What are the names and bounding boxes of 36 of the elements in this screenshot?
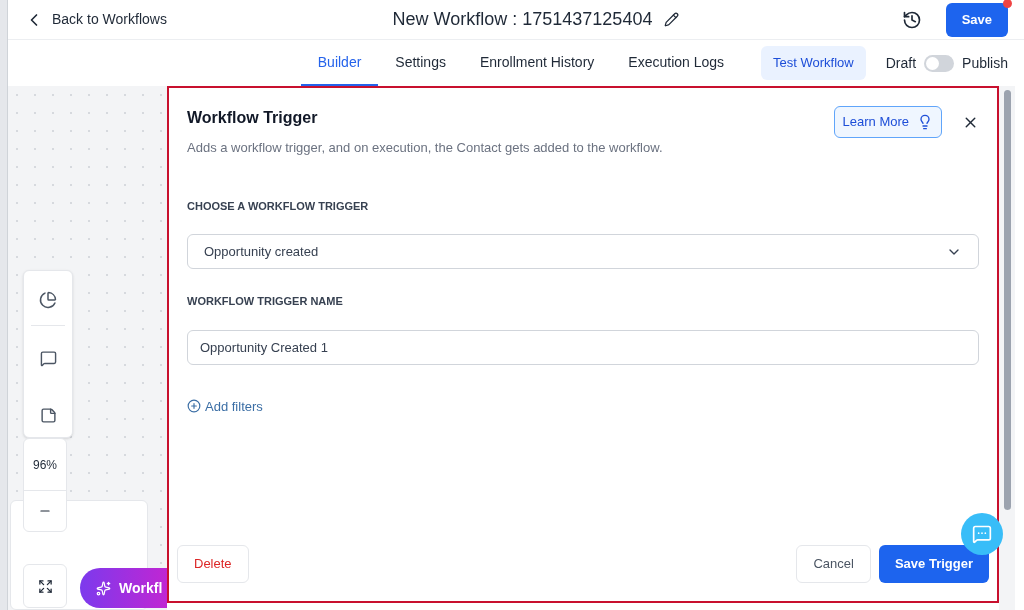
add-filters-link[interactable]: Add filters	[187, 396, 263, 416]
lightbulb-icon	[917, 114, 933, 130]
tab[interactable]: Settings	[378, 40, 463, 86]
back-link[interactable]: Back to Workflows	[24, 9, 364, 30]
trigger-name-field[interactable]: Opportunity Created 1	[187, 329, 979, 365]
trigger-label: CHOOSE A WORKFLOW TRIGGER	[187, 198, 370, 214]
save-button[interactable]: Save	[945, 2, 1008, 37]
publish-label: Publish	[962, 53, 1008, 73]
panel-description: Adds a workflow trigger, and on execution, the Contact gets added to the workflow.	[187, 139, 664, 157]
trigger-name-label: WORKFLOW TRIGGER NAME	[187, 294, 344, 309]
history-icon[interactable]	[901, 9, 922, 30]
chat-help-button[interactable]	[961, 513, 1003, 555]
test-workflow-button[interactable]: Test Workflow	[761, 46, 866, 80]
panel-title: Workflow Trigger	[187, 108, 319, 128]
delete-button[interactable]: Delete	[177, 545, 249, 583]
tab[interactable]: Enrollment History	[462, 40, 612, 86]
expand-icon	[37, 578, 53, 594]
trigger-dropdown[interactable]: Opportunity created	[187, 234, 979, 269]
workflow-title: New Workflow : 1751437125404	[392, 8, 653, 31]
save-trigger-button[interactable]: Save Trigger	[878, 545, 989, 583]
plus-circle-icon	[187, 399, 201, 414]
fit-view-button[interactable]	[23, 564, 67, 608]
zoom-level: 96%	[24, 439, 66, 491]
scrollbar-thumb[interactable]	[1003, 90, 1011, 510]
sticky-note-icon[interactable]	[39, 407, 57, 424]
comment-icon[interactable]	[39, 350, 57, 367]
cancel-button[interactable]: Cancel	[796, 545, 871, 583]
workflow-ai-button[interactable]: Workfl	[80, 568, 167, 608]
sparkles-icon	[96, 580, 111, 596]
draft-label: Draft	[885, 53, 917, 73]
chat-icon	[972, 524, 992, 544]
tab[interactable]: Execution Logs	[611, 40, 742, 86]
learn-more-button[interactable]: Learn More	[833, 106, 942, 138]
edit-icon[interactable]	[664, 12, 680, 27]
publish-toggle[interactable]	[924, 54, 955, 72]
chart-icon[interactable]	[39, 291, 57, 309]
